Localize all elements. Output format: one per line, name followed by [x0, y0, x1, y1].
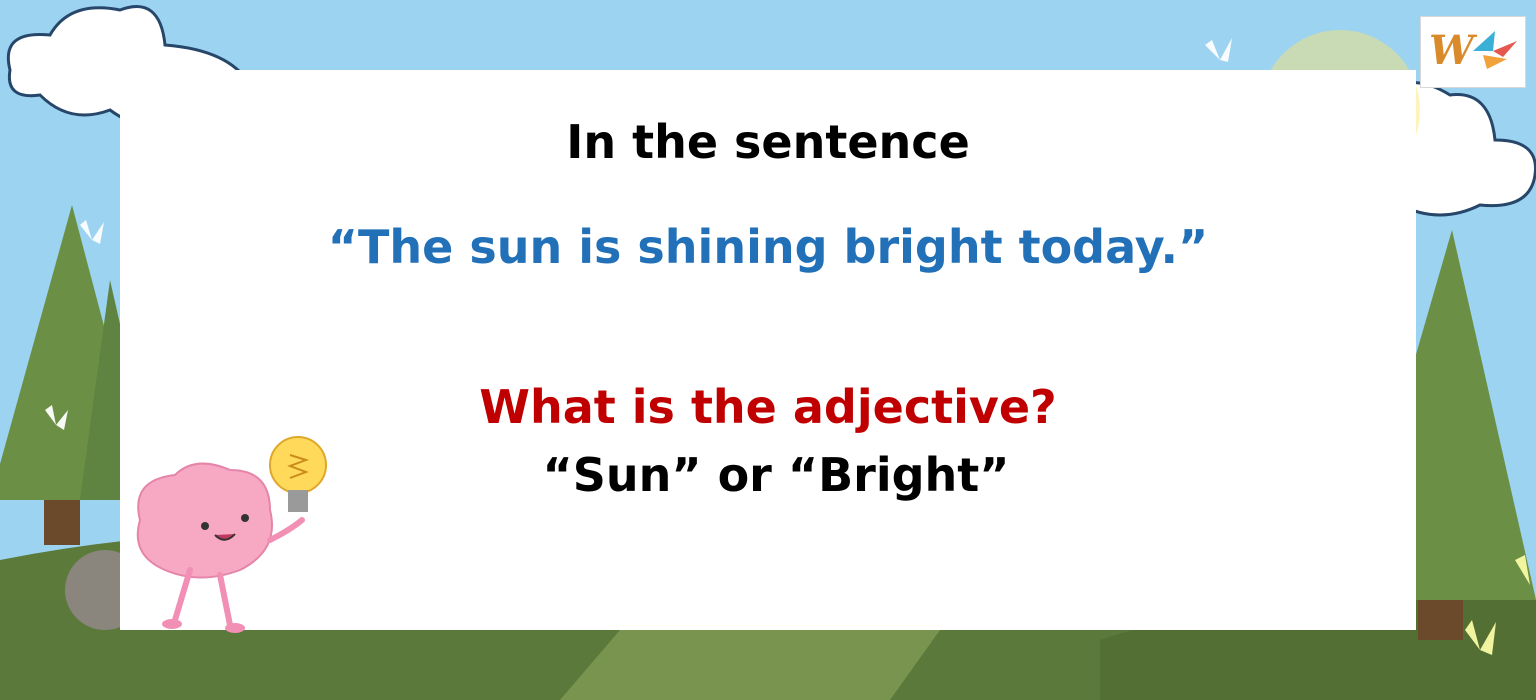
logo-text: W: [1429, 27, 1474, 74]
path-road: [560, 630, 940, 700]
intro-text: In the sentence: [566, 115, 970, 169]
example-sentence: “The sun is shining bright today.”: [327, 220, 1209, 274]
logo-mark-icon: [1473, 31, 1517, 69]
logo-icon: W: [1420, 16, 1526, 88]
lightbulb-icon: [269, 436, 327, 512]
brain-mascot-icon: [136, 436, 327, 633]
